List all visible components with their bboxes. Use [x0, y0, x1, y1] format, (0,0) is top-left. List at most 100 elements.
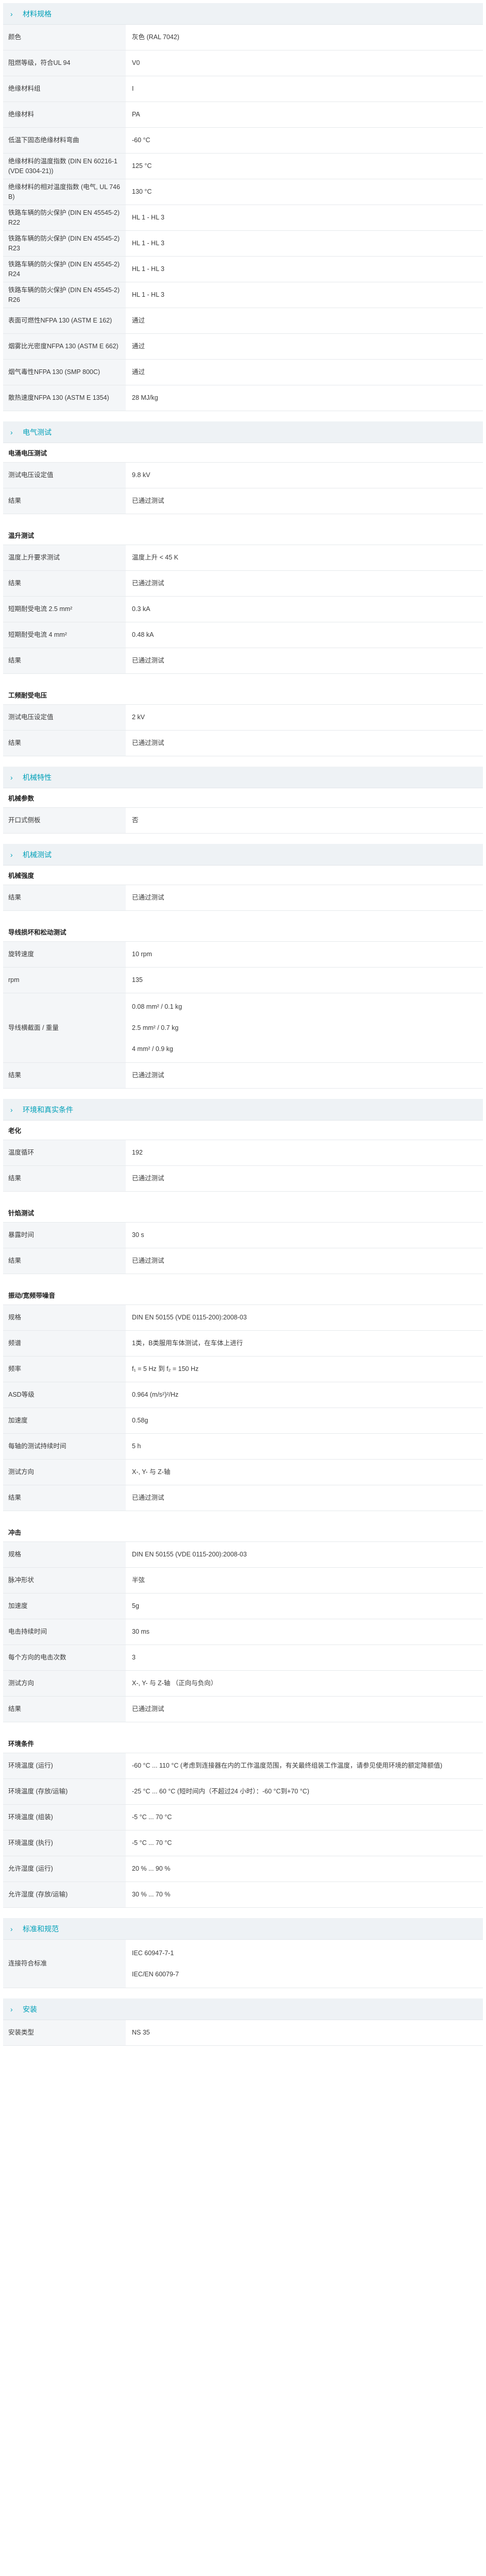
spec-value-line: 0.08 mm² / 0.1 kg	[132, 1003, 182, 1010]
section-header[interactable]: › 安装	[3, 1998, 483, 2020]
spec-value: NS 35	[132, 2029, 150, 2037]
spec-row: 结果 已通过测试	[3, 885, 483, 911]
spec-label: 绝缘材料的相对温度指数 (电气, UL 746 B)	[3, 179, 126, 205]
spec-row: 开口式侧板否	[3, 808, 483, 834]
spec-label: 绝缘材料的温度指数 (DIN EN 60216-1 (VDE 0304-21))	[3, 154, 126, 179]
spec-value: 已通过测试	[132, 1257, 164, 1265]
spec-value: 130 °C	[132, 188, 152, 196]
spec-label: 结果	[3, 571, 126, 596]
spec-label: 结果	[3, 731, 126, 756]
spec-value: 30 ms	[132, 1628, 150, 1636]
spec-label: 每个方向的电击次数	[3, 1645, 126, 1670]
spec-row: 测试电压设定值 9.8 kV	[3, 463, 483, 488]
spec-label: 铁路车辆的防火保护 (DIN EN 45545-2) R26	[3, 282, 126, 308]
row-spacer	[3, 1511, 483, 1522]
spec-row: 绝缘材料 PA	[3, 102, 483, 128]
chevron-right-icon: ›	[10, 1105, 13, 1114]
section-header[interactable]: › 标准和规范	[3, 1918, 483, 1940]
section-title: 机械特性	[23, 773, 52, 782]
spec-label: 铁路车辆的防火保护 (DIN EN 45545-2) R22	[3, 205, 126, 230]
spec-row: 结果 已通过测试	[3, 1697, 483, 1722]
section-header[interactable]: › 电气测试	[3, 421, 483, 443]
section-header[interactable]: › 材料规格	[3, 3, 483, 25]
spec-row: 绝缘材料组 I	[3, 76, 483, 102]
spec-label: 结果	[3, 1248, 126, 1274]
spec-row: 环境温度 (执行) -5 °C ... 70 °C	[3, 1831, 483, 1856]
spec-label: 结果	[3, 488, 126, 514]
spec-value: 已通过测试	[132, 1175, 164, 1182]
chevron-right-icon: ›	[10, 1924, 13, 1933]
row-spacer	[3, 1192, 483, 1203]
spec-row: 铁路车辆的防火保护 (DIN EN 45545-2) R24 HL 1 - HL …	[3, 257, 483, 282]
spec-label: 环境温度 (存放/运输)	[3, 1779, 126, 1804]
spec-row: 频率 f₁ = 5 Hz 到 f₂ = 150 Hz	[3, 1357, 483, 1382]
spec-label: 规格	[3, 1542, 126, 1567]
spec-value: V0	[132, 59, 140, 67]
spec-label: 烟雾比光密度NFPA 130 (ASTM E 662)	[3, 334, 126, 359]
spec-value: 0.48 kA	[132, 631, 154, 639]
subsection-heading: 振动/宽频带噪音	[3, 1285, 483, 1305]
spec-label: 结果	[3, 1485, 126, 1511]
spec-label: 散热速度NFPA 130 (ASTM E 1354)	[3, 385, 126, 411]
spec-label: 导线横截面 / 重量	[3, 993, 126, 1062]
spec-row: 每轴的测试持续时间 5 h	[3, 1434, 483, 1460]
spec-row: 散热速度NFPA 130 (ASTM E 1354) 28 MJ/kg	[3, 385, 483, 411]
row-spacer	[3, 674, 483, 685]
spec-label: 表面可燃性NFPA 130 (ASTM E 162)	[3, 308, 126, 333]
spec-label: 颜色	[3, 25, 126, 50]
spec-label: 安装类型	[3, 2020, 126, 2045]
section-title: 材料规格	[23, 9, 52, 18]
spec-label: 温度循环	[3, 1140, 126, 1165]
spec-value: -60 °C	[132, 137, 150, 144]
section-header[interactable]: › 机械特性	[3, 767, 483, 788]
subsection-heading: 导线损坏和松动测试	[3, 922, 483, 942]
spec-row: 铁路车辆的防火保护 (DIN EN 45545-2) R26 HL 1 - HL …	[3, 282, 483, 308]
spec-row: 每个方向的电击次数 3	[3, 1645, 483, 1671]
spec-label: 脉冲形状	[3, 1568, 126, 1593]
spec-value: 已通过测试	[132, 657, 164, 665]
section-header[interactable]: › 环境和真实条件	[3, 1099, 483, 1121]
spec-label: 频率	[3, 1357, 126, 1382]
spec-label: 绝缘材料组	[3, 76, 126, 101]
spec-value: IEC 60947-7-1 IEC/EN 60079-7	[126, 1940, 483, 1988]
spec-value: 已通过测试	[132, 894, 164, 902]
spec-value: 0.08 mm² / 0.1 kg 2.5 mm² / 0.7 kg 4 mm² /…	[126, 993, 483, 1062]
subsection-heading: 机械强度	[3, 866, 483, 885]
chevron-right-icon: ›	[10, 2005, 13, 2013]
spec-row: 温度循环 192	[3, 1140, 483, 1166]
section-title: 安装	[23, 2005, 37, 2013]
spec-row: 颜色 灰色 (RAL 7042)	[3, 25, 483, 50]
spec-label: 短期耐受电流 4 mm²	[3, 622, 126, 648]
spec-row: rpm 135	[3, 968, 483, 993]
spec-value: 0.964 (m/s²)²/Hz	[132, 1391, 179, 1399]
spec-row: 允许湿度 (运行) 20 % ... 90 %	[3, 1856, 483, 1882]
spec-label: 铁路车辆的防火保护 (DIN EN 45545-2) R23	[3, 231, 126, 256]
subsection-heading: 工频耐受电压	[3, 685, 483, 705]
spec-label: 测试方向	[3, 1460, 126, 1485]
chevron-right-icon: ›	[10, 9, 13, 18]
spec-value: 灰色 (RAL 7042)	[132, 33, 179, 41]
spec-row: 连接符合标准 IEC 60947-7-1 IEC/EN 60079-7	[3, 1940, 483, 1988]
spec-label: 暴露时间	[3, 1223, 126, 1248]
spec-row: 加速度 0.58g	[3, 1408, 483, 1434]
spec-row: 短期耐受电流 4 mm² 0.48 kA	[3, 622, 483, 648]
spec-row: ASD等级 0.964 (m/s²)²/Hz	[3, 1382, 483, 1408]
row-spacer	[3, 1722, 483, 1734]
spec-value: PA	[132, 111, 140, 118]
spec-value: 0.3 kA	[132, 605, 150, 613]
spec-value: 2 kV	[132, 714, 145, 721]
spec-value: -5 °C ... 70 °C	[132, 1839, 172, 1847]
spec-label: 烟气毒性NFPA 130 (SMP 800C)	[3, 360, 126, 385]
subsection-heading: 针焰测试	[3, 1203, 483, 1223]
spec-label: 测试电压设定值	[3, 463, 126, 488]
spec-label: 短期耐受电流 2.5 mm²	[3, 597, 126, 622]
subsection-heading: 机械参数	[3, 788, 483, 808]
spec-value: 半弦	[132, 1577, 145, 1584]
spec-value: 9.8 kV	[132, 471, 150, 479]
section-header[interactable]: › 机械测试	[3, 844, 483, 866]
spec-value: 30 % ... 70 %	[132, 1891, 171, 1899]
spec-row: 结果 已通过测试	[3, 1248, 483, 1274]
